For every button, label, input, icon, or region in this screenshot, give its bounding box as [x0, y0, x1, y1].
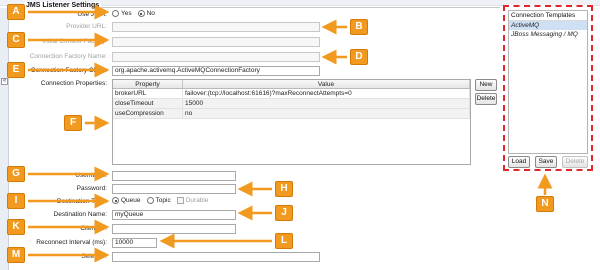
callout-badge: L: [275, 233, 293, 249]
callout-badge: B: [350, 19, 368, 35]
callout-badge: K: [7, 219, 25, 235]
callout-badge: F: [64, 115, 82, 131]
callout-badge: M: [7, 247, 25, 263]
callout-badge: D: [350, 49, 368, 65]
callout-badge: E: [7, 62, 25, 78]
callout-badge: A: [7, 4, 25, 20]
callout-badge: H: [275, 181, 293, 197]
callout-badge: N: [536, 196, 554, 212]
callout-badge: J: [275, 205, 293, 221]
callout-badge: G: [7, 166, 25, 182]
callout-badge: C: [7, 32, 25, 48]
callout-arrows: [28, 4, 553, 263]
callout-badge: I: [7, 193, 25, 209]
